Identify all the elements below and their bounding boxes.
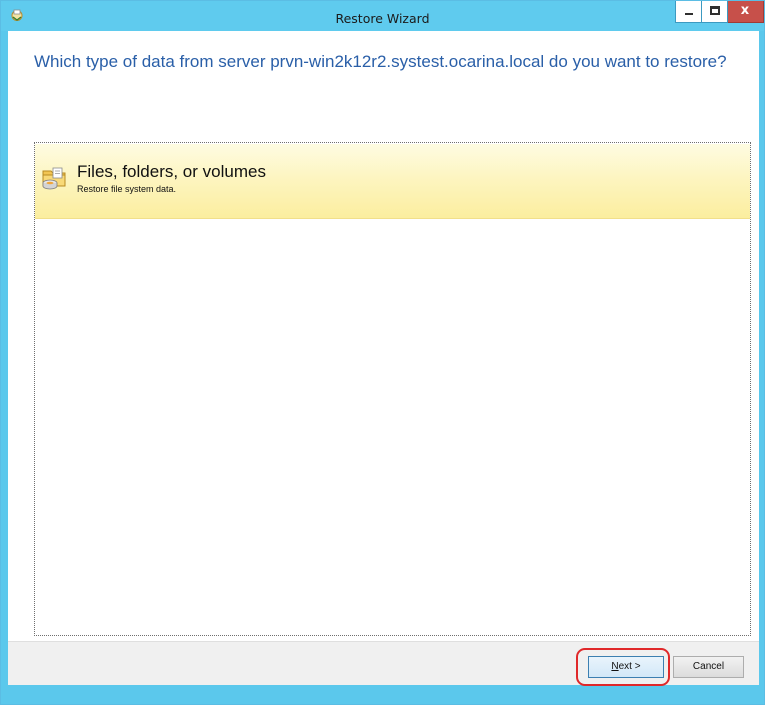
title-bar[interactable]: Restore Wizard x [1, 1, 764, 31]
option-files-folders-volumes[interactable]: Files, folders, or volumes Restore file … [35, 144, 750, 219]
page-heading: Which type of data from server prvn-win2… [34, 52, 727, 71]
close-icon: x [740, 3, 750, 18]
wizard-footer: Next > Cancel [8, 641, 759, 686]
cancel-button[interactable]: Cancel [673, 656, 744, 678]
next-button-mnemonic: N [611, 661, 619, 672]
restore-wizard-window: Restore Wizard x Which type of data from… [0, 0, 765, 705]
minimize-button[interactable] [675, 1, 702, 23]
wizard-content: Which type of data from server prvn-win2… [8, 31, 759, 686]
close-button[interactable]: x [728, 1, 764, 23]
option-description: Restore file system data. [77, 184, 177, 194]
next-button-label: ext > [618, 661, 641, 672]
data-type-list[interactable]: Files, folders, or volumes Restore file … [34, 142, 751, 636]
maximize-icon [710, 6, 720, 15]
next-button[interactable]: Next > [588, 656, 664, 678]
minimize-icon [685, 13, 693, 15]
option-title: Files, folders, or volumes [77, 162, 266, 181]
maximize-button[interactable] [702, 1, 728, 23]
folder-disk-icon [42, 167, 66, 190]
window-title: Restore Wizard [335, 11, 430, 26]
